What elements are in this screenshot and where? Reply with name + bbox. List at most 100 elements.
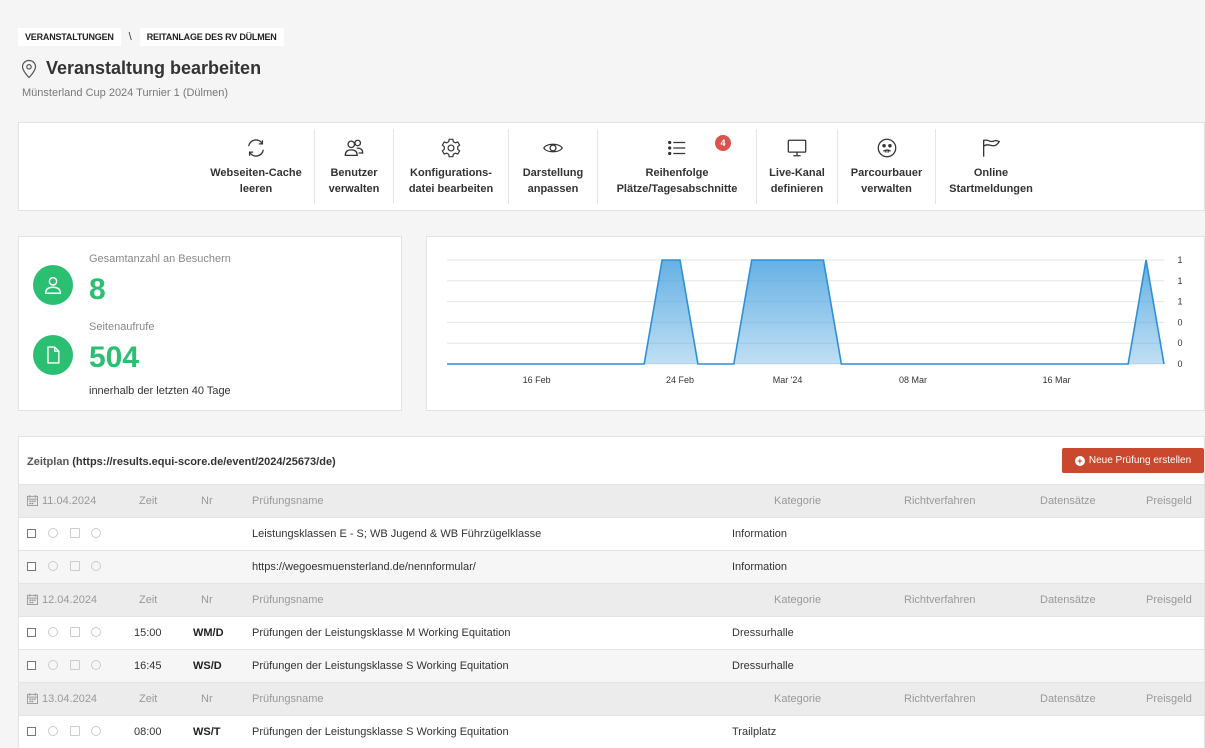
col-header-nr[interactable]: Nr xyxy=(201,594,213,606)
breadcrumb-item-events[interactable]: VERANSTALTUNGEN xyxy=(18,28,121,46)
customize-display-label: Darstellung anpassen xyxy=(522,167,584,195)
order-venues-button[interactable]: Reihenfolge Plätze/Tagesabschnitte 4 xyxy=(598,123,756,210)
row-nr: WS/D xyxy=(193,660,222,672)
manage-users-label: Benutzer verwalten xyxy=(328,167,380,195)
row-name[interactable]: Leistungsklassen E - S; WB Jugend & WB F… xyxy=(252,528,541,540)
table-row[interactable]: 16:45 WS/D Prüfungen der Leistungsklasse… xyxy=(19,649,1204,682)
order-venues-label: Reihenfolge Plätze/Tagesabschnitte xyxy=(616,167,738,195)
location-pin-icon xyxy=(21,59,37,78)
col-header-prize[interactable]: Preisgeld xyxy=(1146,594,1192,606)
check-circle-icon[interactable] xyxy=(91,528,101,538)
check-circle-icon[interactable] xyxy=(91,660,101,670)
edit-config-button[interactable]: Konfigurations- datei bearbeiten xyxy=(394,123,508,210)
row-nr: WM/D xyxy=(193,627,224,639)
col-header-name[interactable]: Prüfungsname xyxy=(252,495,324,507)
check-circle-icon[interactable] xyxy=(48,528,58,538)
col-header-time[interactable]: Zeit xyxy=(139,594,157,606)
row-checkbox[interactable] xyxy=(27,628,36,637)
col-header-nr[interactable]: Nr xyxy=(201,693,213,705)
pageviews-label: Seitenaufrufe xyxy=(89,321,155,333)
document-icon xyxy=(33,335,73,375)
col-header-nr[interactable]: Nr xyxy=(201,495,213,507)
customize-display-button[interactable]: Darstellung anpassen xyxy=(509,123,597,210)
clear-cache-button[interactable]: Webseiten-Cache leeren xyxy=(197,123,315,210)
row-checkbox[interactable] xyxy=(27,529,36,538)
col-header-category[interactable]: Kategorie xyxy=(774,693,821,705)
online-entries-label: Online Startmeldungen xyxy=(949,167,1033,195)
schedule-header: Zeitplan (https://results.equi-score.de/… xyxy=(19,437,1204,484)
image-icon[interactable] xyxy=(70,726,80,736)
pageviews-value: 504 xyxy=(89,341,140,374)
users-icon xyxy=(344,139,364,156)
breadcrumb-item-venue[interactable]: REITANLAGE DES RV DÜLMEN xyxy=(139,28,284,46)
list-icon xyxy=(668,140,686,156)
schedule-url[interactable]: (https://results.equi-score.de/event/202… xyxy=(72,456,336,468)
check-circle-icon[interactable] xyxy=(91,561,101,571)
visitor-chart-svg: 1 1 1 0 0 0 16 Feb 24 Feb Mar '24 08 Mar 16 Mar xyxy=(447,255,1183,385)
check-circle-icon[interactable] xyxy=(48,660,58,670)
visitors-value: 8 xyxy=(89,273,106,306)
day-date: 11.04.2024 xyxy=(27,495,96,507)
col-header-judging[interactable]: Richtverfahren xyxy=(904,495,976,507)
col-header-records[interactable]: Datensätze xyxy=(1040,693,1096,705)
image-icon[interactable] xyxy=(70,660,80,670)
col-header-prize[interactable]: Preisgeld xyxy=(1146,495,1192,507)
calendar-icon xyxy=(27,693,38,704)
row-checkbox[interactable] xyxy=(27,727,36,736)
row-category: Dressurhalle xyxy=(732,627,794,639)
row-name[interactable]: Prüfungen der Leistungsklasse S Working … xyxy=(252,660,509,672)
visitor-stats-card: Gesamtanzahl an Besuchern 8 Seitenaufruf… xyxy=(18,236,402,411)
x-tick-label: 16 Feb xyxy=(523,375,551,385)
col-header-category[interactable]: Kategorie xyxy=(774,594,821,606)
col-header-category[interactable]: Kategorie xyxy=(774,495,821,507)
col-header-judging[interactable]: Richtverfahren xyxy=(904,594,976,606)
row-checkbox[interactable] xyxy=(27,661,36,670)
check-circle-icon[interactable] xyxy=(48,627,58,637)
manage-users-button[interactable]: Benutzer verwalten xyxy=(315,123,393,210)
col-header-time[interactable]: Zeit xyxy=(139,495,157,507)
table-row[interactable]: https://wegoesmuensterland.de/nennformul… xyxy=(19,550,1204,583)
check-circle-icon[interactable] xyxy=(91,627,101,637)
x-tick-label: 24 Feb xyxy=(666,375,694,385)
row-name[interactable]: Prüfungen der Leistungsklasse S Working … xyxy=(252,726,509,738)
calendar-icon xyxy=(27,594,38,605)
check-circle-icon[interactable] xyxy=(48,726,58,736)
new-exam-button[interactable]: + Neue Prüfung erstellen xyxy=(1062,448,1204,473)
x-tick-label: 08 Mar xyxy=(899,375,927,385)
col-header-name[interactable]: Prüfungsname xyxy=(252,693,324,705)
col-header-prize[interactable]: Preisgeld xyxy=(1146,693,1192,705)
schedule-title: Zeitplan (https://results.equi-score.de/… xyxy=(27,456,336,468)
table-row[interactable]: 08:00 WS/T Prüfungen der Leistungsklasse… xyxy=(19,715,1204,748)
col-header-name[interactable]: Prüfungsname xyxy=(252,594,324,606)
row-name[interactable]: https://wegoesmuensterland.de/nennformul… xyxy=(252,561,476,573)
y-tick-label: 0 xyxy=(1177,338,1182,348)
row-checkbox[interactable] xyxy=(27,562,36,571)
col-header-records[interactable]: Datensätze xyxy=(1040,495,1096,507)
eye-icon xyxy=(543,143,563,153)
live-channel-button[interactable]: Live-Kanal definieren xyxy=(757,123,837,210)
y-tick-label: 0 xyxy=(1177,317,1182,327)
online-entries-button[interactable]: Online Startmeldungen xyxy=(936,123,1046,210)
table-row[interactable]: 15:00 WM/D Prüfungen der Leistungsklasse… xyxy=(19,616,1204,649)
chart-area-fill xyxy=(447,260,1164,364)
row-name[interactable]: Prüfungen der Leistungsklasse M Working … xyxy=(252,627,510,639)
day-header-row: 11.04.2024 Zeit Nr Prüfungsname Kategori… xyxy=(19,484,1204,517)
course-builder-button[interactable]: Parcourbauer verwalten xyxy=(838,123,935,210)
flag-icon xyxy=(983,139,1001,157)
day-header-row: 12.04.2024 Zeit Nr Prüfungsname Kategori… xyxy=(19,583,1204,616)
row-time: 15:00 xyxy=(134,627,162,639)
check-circle-icon[interactable] xyxy=(48,561,58,571)
x-tick-label: Mar '24 xyxy=(773,375,803,385)
x-tick-label: 16 Mar xyxy=(1042,375,1070,385)
row-category: Information xyxy=(732,561,788,573)
col-header-records[interactable]: Datensätze xyxy=(1040,594,1096,606)
row-category: Trailplatz xyxy=(732,726,777,738)
col-header-judging[interactable]: Richtverfahren xyxy=(904,693,976,705)
visitor-chart: 1 1 1 0 0 0 16 Feb 24 Feb Mar '24 08 Mar 16 Mar xyxy=(426,236,1205,411)
image-icon[interactable] xyxy=(70,627,80,637)
image-icon[interactable] xyxy=(70,528,80,538)
check-circle-icon[interactable] xyxy=(91,726,101,736)
col-header-time[interactable]: Zeit xyxy=(139,693,157,705)
image-icon[interactable] xyxy=(70,561,80,571)
table-row[interactable]: Leistungsklassen E - S; WB Jugend & WB F… xyxy=(19,517,1204,550)
